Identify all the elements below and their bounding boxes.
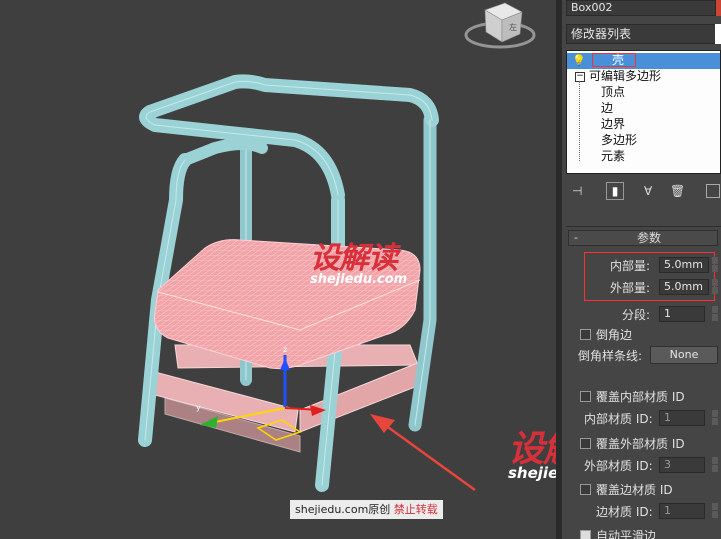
credit-site: shejiedu.com原创 (295, 503, 391, 516)
override-edge-mat-label: 覆盖边材质 ID (596, 483, 673, 497)
segments-field[interactable]: 1 (659, 306, 705, 322)
dropdown-arrow[interactable] (715, 24, 721, 44)
credit-notice: 禁止转载 (393, 503, 438, 516)
object-name-field[interactable]: Box002 (566, 0, 716, 16)
stack-item-polygon[interactable]: 多边形 (601, 132, 637, 148)
outer-amount-spinner[interactable] (712, 279, 718, 295)
bevel-spline-button[interactable]: None (650, 346, 718, 364)
rollout-toggle: - (574, 231, 578, 244)
stack-item-vertex[interactable]: 顶点 (601, 84, 625, 100)
separator (566, 226, 721, 227)
stack-item-editable-poly[interactable]: 可编辑多边形 (589, 68, 661, 84)
override-outer-mat-label: 覆盖外部材质 ID (596, 437, 685, 451)
override-outer-mat-checkbox[interactable] (580, 438, 591, 449)
bevel-edges-checkbox[interactable] (580, 329, 591, 340)
stack-item-border[interactable]: 边界 (601, 116, 625, 132)
outer-mat-id-field[interactable]: 3 (659, 457, 705, 473)
chair-scene: z y (138, 2, 536, 492)
segments-label: 分段: (622, 308, 651, 322)
svg-text:z: z (283, 345, 287, 354)
watermark-logo: 设解读 (310, 241, 398, 276)
edge-mat-id-label: 边材质 ID: (596, 505, 653, 519)
bulb-icon[interactable]: 💡 (572, 54, 586, 67)
copyright-notice: shejiedu.com原创 禁止转载 (290, 500, 443, 519)
inner-amount-spinner[interactable] (712, 257, 718, 273)
stack-toolbar: ⊣ ▮ ∀ 🗑 (566, 182, 721, 202)
watermark-right: 设解读 shejiedu.com (508, 429, 556, 483)
modifier-list-dropdown[interactable]: 修改器列表 (566, 24, 721, 44)
svg-text:y: y (196, 403, 201, 412)
inner-mat-id-label: 内部材质 ID: (584, 412, 653, 426)
make-unique-icon[interactable]: ∀ (644, 184, 652, 198)
pin-stack-icon[interactable]: ⊣ (572, 184, 582, 198)
modifier-stack[interactable]: 💡 壳 − 可编辑多边形 顶点 边 边界 多边形 元素 (566, 50, 721, 174)
command-panel: Box002 修改器列表 💡 壳 − 可编辑多边形 顶点 边 边界 多边形 元素… (562, 0, 721, 539)
edge-mat-id-spinner[interactable] (712, 503, 718, 519)
rollout-title: 参数 (637, 231, 662, 245)
inner-amount-field[interactable]: 5.0mm (659, 257, 709, 273)
watermark-center: 设解读 shejiedu.com (310, 241, 408, 288)
bevel-spline-label: 倒角样条线: (578, 349, 643, 363)
override-edge-mat-checkbox[interactable] (580, 484, 591, 495)
object-color-swatch[interactable] (716, 0, 721, 16)
bevel-edges-label: 倒角边 (596, 328, 633, 342)
watermark-url: shejiedu.com (310, 272, 408, 287)
watermark-url: shejiedu.com (508, 464, 556, 482)
stack-item-element[interactable]: 元素 (601, 148, 625, 164)
segments-spinner[interactable] (712, 306, 718, 322)
inner-mat-id-field[interactable]: 1 (659, 410, 705, 426)
auto-smooth-label: 自动平滑边 (596, 529, 657, 539)
outer-amount-label: 外部量: (610, 281, 651, 295)
stack-item-edge[interactable]: 边 (601, 100, 613, 116)
show-end-result-icon[interactable]: ▮ (606, 182, 624, 200)
remove-modifier-icon[interactable]: 🗑 (670, 184, 685, 198)
outer-mat-id-spinner[interactable] (712, 457, 718, 473)
rollout-header[interactable]: - 参数 (568, 230, 718, 246)
tree-line (579, 81, 581, 161)
configure-modifier-sets-icon[interactable] (706, 184, 720, 198)
stack-selection-highlight (567, 53, 720, 69)
override-inner-mat-checkbox[interactable] (580, 391, 591, 402)
annotation-arrow (370, 414, 476, 492)
watermark-logo: 设解读 (508, 429, 556, 470)
auto-smooth-checkbox[interactable] (580, 530, 591, 539)
viewport-perspective[interactable]: z y 左 设解读 shejiedu.com 设解读 shejiedu.com … (0, 0, 556, 539)
viewcube[interactable] (464, 2, 536, 49)
inner-amount-label: 内部量: (610, 259, 651, 273)
edge-mat-id-field[interactable]: 1 (659, 503, 705, 519)
stack-item-shell[interactable]: 壳 (612, 52, 624, 68)
override-inner-mat-label: 覆盖内部材质 ID (596, 390, 685, 404)
inner-mat-id-spinner[interactable] (712, 410, 718, 426)
viewcube-label: 左 (509, 23, 517, 32)
outer-mat-id-label: 外部材质 ID: (584, 459, 653, 473)
outer-amount-field[interactable]: 5.0mm (659, 279, 709, 295)
